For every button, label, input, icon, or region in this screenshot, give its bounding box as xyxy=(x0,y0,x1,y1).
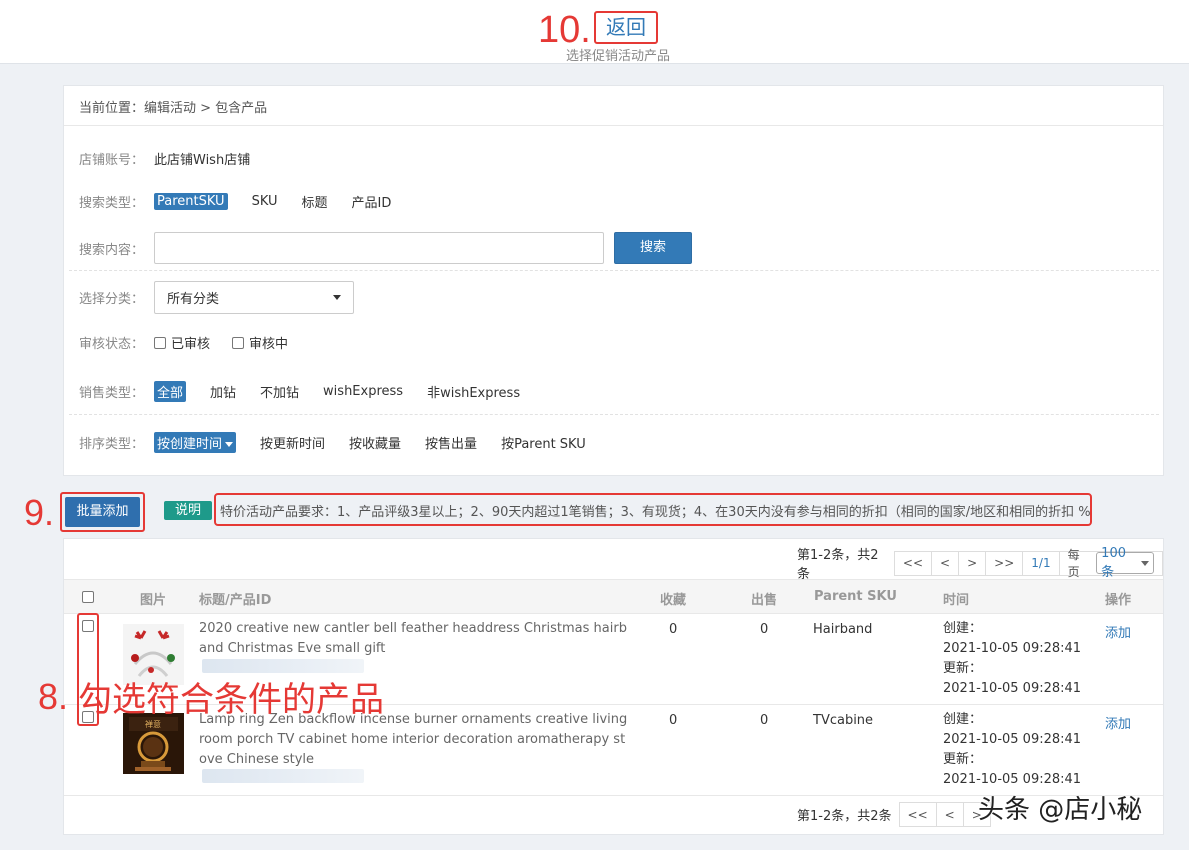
col-image: 图片 xyxy=(140,593,167,608)
sort-label: 排序类型： xyxy=(79,437,145,452)
search-type-parentsku[interactable]: ParentSKU xyxy=(154,193,228,210)
col-parent-sku: Parent SKU xyxy=(814,589,897,604)
search-content-row: 搜索内容： 搜索 xyxy=(79,232,692,264)
search-type-sku[interactable]: SKU xyxy=(252,194,278,209)
per-page-select[interactable]: 100条 xyxy=(1096,546,1154,580)
review-approved-option[interactable]: 已审核 xyxy=(154,333,210,352)
sort-parent-sku[interactable]: 按Parent SKU xyxy=(501,433,586,452)
pager-first-button[interactable]: << xyxy=(893,550,933,576)
checkbox-icon[interactable] xyxy=(232,336,245,349)
col-action: 操作 xyxy=(1105,593,1132,608)
pager-next-button[interactable]: > xyxy=(958,550,987,576)
updated-label: 更新： xyxy=(943,661,983,676)
sort-updated-time[interactable]: 按更新时间 xyxy=(260,433,325,452)
step-8-annotation: 8. xyxy=(38,676,69,717)
sold-count: 0 xyxy=(760,622,769,637)
select-all-checkbox[interactable] xyxy=(82,591,94,603)
search-type-product-id[interactable]: 产品ID xyxy=(352,192,392,211)
product-title: 2020 creative new cantler bell feather h… xyxy=(199,621,627,656)
product-id-blurred xyxy=(202,659,364,673)
search-content-label: 搜索内容： xyxy=(79,242,145,258)
col-favorites: 收藏 xyxy=(660,593,687,608)
updated-label: 更新： xyxy=(943,752,983,767)
sale-type-label: 销售类型： xyxy=(79,386,145,401)
search-input[interactable] xyxy=(154,232,604,264)
sold-count: 0 xyxy=(760,713,769,728)
pager-prev-button[interactable]: < xyxy=(931,550,960,576)
created-label: 创建： xyxy=(943,621,983,636)
product-id-blurred xyxy=(202,769,364,783)
time-info: 创建： 2021-10-05 09:28:41 更新： 2021-10-05 0… xyxy=(943,710,1081,790)
sale-type-row: 销售类型： 全部 加钻 不加钻 wishExpress 非wishExpress xyxy=(79,381,544,402)
table-header: 图片 标题/产品ID 收藏 出售 Parent SKU 时间 操作 xyxy=(64,579,1163,614)
divider xyxy=(69,270,1159,271)
chevron-down-icon xyxy=(1141,560,1149,566)
created-time: 2021-10-05 09:28:41 xyxy=(943,641,1082,656)
favorites-count: 0 xyxy=(669,713,678,728)
add-product-link[interactable]: 添加 xyxy=(1105,622,1131,641)
review-label: 审核状态： xyxy=(79,337,145,352)
divider xyxy=(69,414,1159,415)
sale-type-no-diamond[interactable]: 不加钻 xyxy=(260,382,299,401)
step-8-instruction: 勾选符合条件的产品 xyxy=(78,680,384,720)
col-sold: 出售 xyxy=(751,593,778,608)
sort-sold[interactable]: 按售出量 xyxy=(425,433,477,452)
sale-type-all[interactable]: 全部 xyxy=(154,381,187,402)
product-image: 禅意 xyxy=(123,713,184,774)
sale-type-non-wishexpress[interactable]: 非wishExpress xyxy=(427,382,520,401)
category-select[interactable]: 所有分类 xyxy=(154,281,354,314)
parent-sku: TVcabine xyxy=(813,713,874,728)
time-info: 创建： 2021-10-05 09:28:41 更新： 2021-10-05 0… xyxy=(943,619,1081,699)
pager-top: 第1-2条，共2条 << < > >> 1/1 每页 100条 xyxy=(797,544,1163,582)
sort-created-time[interactable]: 按创建时间 xyxy=(154,432,237,453)
sale-type-wishexpress[interactable]: wishExpress xyxy=(323,384,403,399)
col-title: 标题/产品ID xyxy=(199,593,272,608)
search-type-title[interactable]: 标题 xyxy=(302,192,328,211)
pager-current: 1/1 xyxy=(1022,550,1060,576)
per-page-group: 每页 100条 xyxy=(1058,546,1163,580)
favorites-count: 0 xyxy=(669,622,678,637)
add-product-link[interactable]: 添加 xyxy=(1105,713,1131,732)
category-row: 选择分类： 所有分类 xyxy=(79,281,354,314)
category-label: 选择分类： xyxy=(79,292,145,307)
updated-time: 2021-10-05 09:28:41 xyxy=(943,772,1082,787)
watermark: 头条 @店小秘 xyxy=(978,795,1143,825)
review-pending-option[interactable]: 审核中 xyxy=(232,333,288,352)
chevron-down-icon xyxy=(333,295,341,300)
pager-prev-button[interactable]: < xyxy=(935,802,964,827)
breadcrumb: 当前位置：编辑活动 > 包含产品 xyxy=(64,86,1163,126)
pager-bottom: 第1-2条，共2条 << < > xyxy=(797,802,991,827)
updated-time: 2021-10-05 09:28:41 xyxy=(943,681,1082,696)
pager-summary: 第1-2条，共2条 xyxy=(797,548,879,582)
pager-first-button[interactable]: << xyxy=(898,802,937,827)
created-time: 2021-10-05 09:28:41 xyxy=(943,732,1082,747)
back-button[interactable]: 返回 xyxy=(594,11,658,44)
created-label: 创建： xyxy=(943,712,983,727)
pager-summary: 第1-2条，共2条 xyxy=(797,809,892,824)
sort-row: 排序类型： 按创建时间 按更新时间 按收藏量 按售出量 按Parent SKU xyxy=(79,432,610,453)
filter-panel: 当前位置：编辑活动 > 包含产品 店铺账号： 此店铺Wish店铺 搜索类型： P… xyxy=(63,85,1164,476)
parent-sku: Hairband xyxy=(813,622,873,637)
page-subtitle: 选择促销活动产品 xyxy=(566,49,671,64)
shop-label: 店铺账号： xyxy=(79,153,145,168)
bulk-add-button[interactable]: 批量添加 xyxy=(65,497,140,527)
shop-value: 此店铺Wish店铺 xyxy=(154,153,251,168)
chevron-down-icon xyxy=(225,442,234,447)
col-time: 时间 xyxy=(943,593,970,608)
review-row: 审核状态： 已审核 审核中 xyxy=(79,333,310,352)
checkbox-icon[interactable] xyxy=(154,336,166,349)
search-type-row: 搜索类型： ParentSKU SKU 标题 产品ID xyxy=(79,192,415,211)
requirements-note: 特价活动产品要求：1、产品评级3星以上；2、90天内超过1笔销售；3、有现货；4… xyxy=(214,493,1092,526)
pager-last-button[interactable]: >> xyxy=(985,550,1024,576)
category-select-value: 所有分类 xyxy=(167,292,220,307)
per-page-label: 每页 xyxy=(1067,548,1080,579)
search-button[interactable]: 搜索 xyxy=(614,232,692,264)
sort-favorites[interactable]: 按收藏量 xyxy=(349,433,401,452)
step-9-annotation: 9. xyxy=(24,492,55,533)
search-type-label: 搜索类型： xyxy=(79,196,145,211)
shop-row: 店铺账号： 此店铺Wish店铺 xyxy=(79,149,250,168)
note-badge: 说明 xyxy=(164,501,212,520)
bulk-add-highlight: 批量添加 xyxy=(60,492,145,532)
sale-type-diamond[interactable]: 加钻 xyxy=(210,382,236,401)
